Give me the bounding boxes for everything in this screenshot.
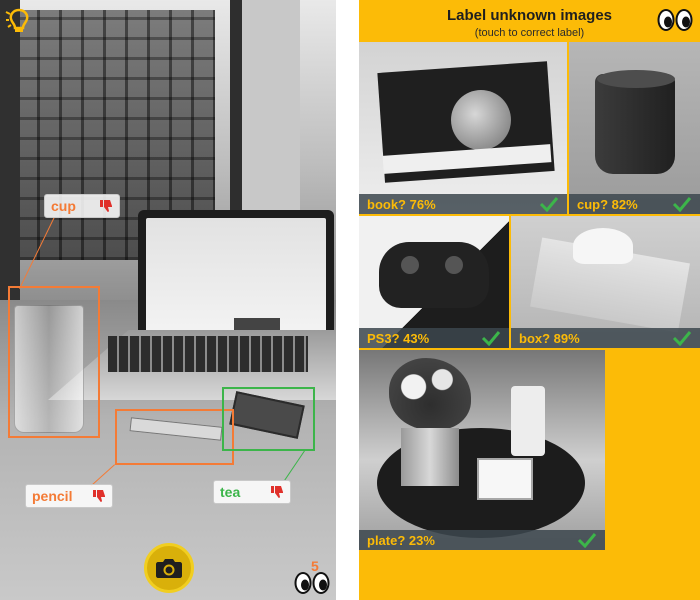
detection-label: tea — [220, 484, 241, 500]
thumbs-down-icon[interactable] — [92, 489, 106, 503]
eyes-icon[interactable] — [294, 572, 330, 594]
page-title: Label unknown images — [446, 7, 613, 24]
camera-feed-window-edge — [0, 0, 20, 320]
check-icon[interactable] — [672, 330, 692, 346]
tile-label: cup? 82% — [577, 196, 638, 212]
pencil-detection-box[interactable] — [115, 409, 234, 465]
thumbs-down-icon[interactable] — [99, 199, 113, 213]
tile-label: box? 89% — [519, 330, 580, 346]
capture-button[interactable] — [144, 543, 194, 593]
image-tile-cup[interactable]: cup? 82% — [569, 42, 700, 214]
tile-caption[interactable]: cup? 82% — [569, 194, 700, 214]
image-tile-box[interactable]: box? 89% — [511, 216, 700, 348]
tile-label: plate? 23% — [367, 532, 435, 548]
cup-detection-box[interactable] — [8, 286, 100, 438]
controller-image — [379, 242, 489, 308]
image-tile-ps3[interactable]: PS3? 43% — [359, 216, 509, 348]
tile-label: PS3? 43% — [367, 330, 430, 346]
pencil-detection-tag[interactable]: pencil — [25, 484, 113, 508]
check-icon[interactable] — [539, 196, 559, 212]
tea-detection-box[interactable] — [222, 387, 315, 451]
tea-detection-tag[interactable]: tea — [213, 480, 291, 504]
cup-image — [595, 74, 675, 174]
page-subtitle: (touch to correct label) — [474, 27, 585, 39]
tile-caption[interactable]: plate? 23% — [359, 530, 605, 550]
camera-feed-laptop-screen — [138, 210, 334, 350]
camera-icon — [156, 559, 182, 578]
check-icon[interactable] — [672, 196, 692, 212]
check-icon[interactable] — [577, 532, 597, 548]
tile-caption[interactable]: PS3? 43% — [359, 328, 509, 348]
tile-caption[interactable]: book? 76% — [359, 194, 567, 214]
tile-label: book? 76% — [367, 196, 436, 212]
tile-caption[interactable]: box? 89% — [511, 328, 700, 348]
camera-view: cup pencil tea 5 — [0, 0, 336, 600]
detection-label: pencil — [32, 488, 73, 504]
lightbulb-logo-icon — [5, 8, 29, 32]
check-icon[interactable] — [481, 330, 501, 346]
eyes-icon[interactable] — [657, 9, 693, 31]
image-tile-book[interactable]: book? 76% — [359, 42, 567, 214]
label-images-screen: Label unknown images (touch to correct l… — [359, 0, 700, 600]
thumbs-down-icon[interactable] — [270, 485, 284, 499]
cup-detection-tag[interactable]: cup — [44, 194, 120, 218]
detection-label: cup — [51, 198, 76, 214]
camera-feed-laptop-keyboard — [108, 336, 308, 372]
image-tile-plate[interactable]: plate? 23% — [359, 350, 605, 550]
